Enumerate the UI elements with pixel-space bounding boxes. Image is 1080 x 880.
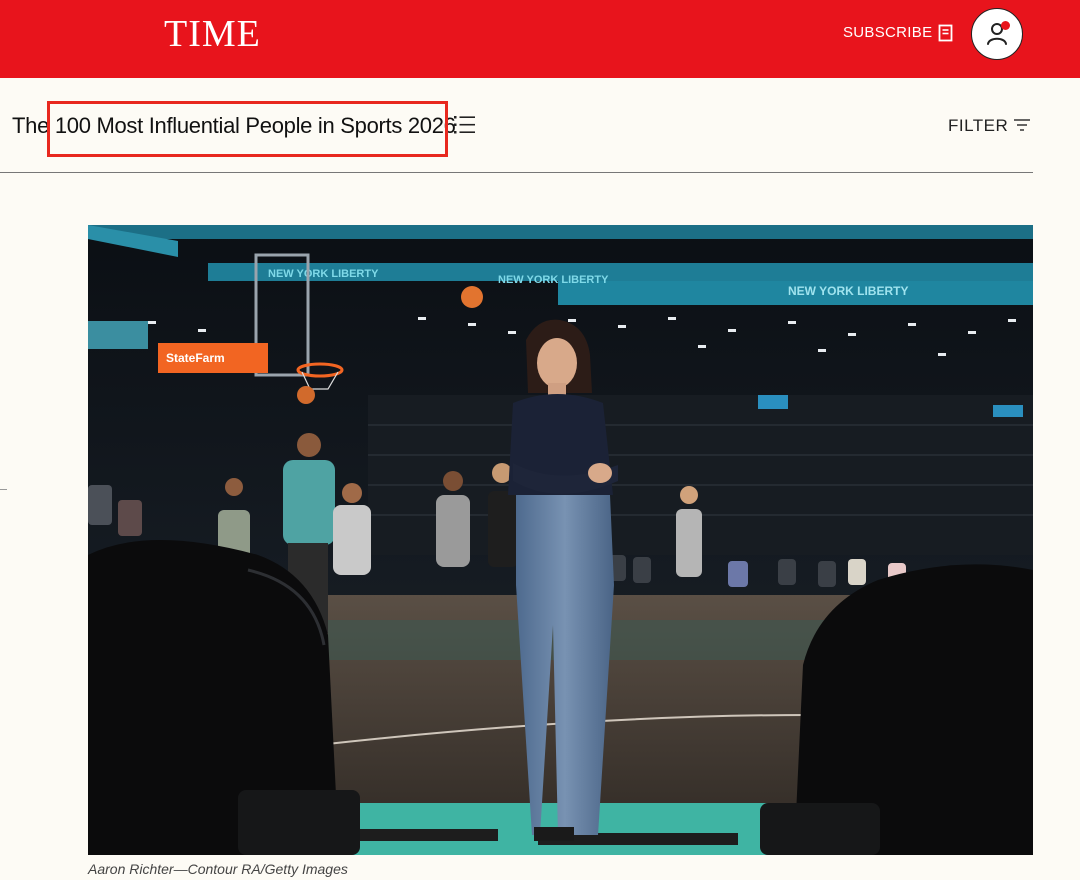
hero-photo: NEW YORK LIBERTY NEW YORK LIBERTY NEW YO… — [88, 225, 1033, 855]
photo-caption: Aaron Richter—Contour RA/Getty Images — [88, 861, 348, 877]
highlight-annotation — [47, 101, 448, 157]
filter-icon[interactable] — [1013, 118, 1031, 132]
left-edge-mark — [0, 489, 7, 490]
sponsor-text: StateFarm — [166, 351, 225, 365]
subscribe-link[interactable]: SUBSCRIBE — [843, 24, 932, 42]
banner-text-2: NEW YORK LIBERTY — [498, 274, 609, 286]
filter-button[interactable]: FILTER — [948, 116, 1008, 136]
banner-text-3: NEW YORK LIBERTY — [788, 284, 908, 298]
list-menu-icon[interactable] — [453, 114, 477, 136]
banner-text-1: NEW YORK LIBERTY — [268, 268, 379, 280]
account-button[interactable] — [971, 8, 1023, 60]
magazine-icon[interactable] — [938, 24, 954, 42]
title-divider — [0, 172, 1033, 173]
site-header: TIME SUBSCRIBE — [0, 0, 1080, 78]
time-logo[interactable]: TIME — [164, 12, 261, 56]
notification-dot — [1001, 21, 1010, 30]
